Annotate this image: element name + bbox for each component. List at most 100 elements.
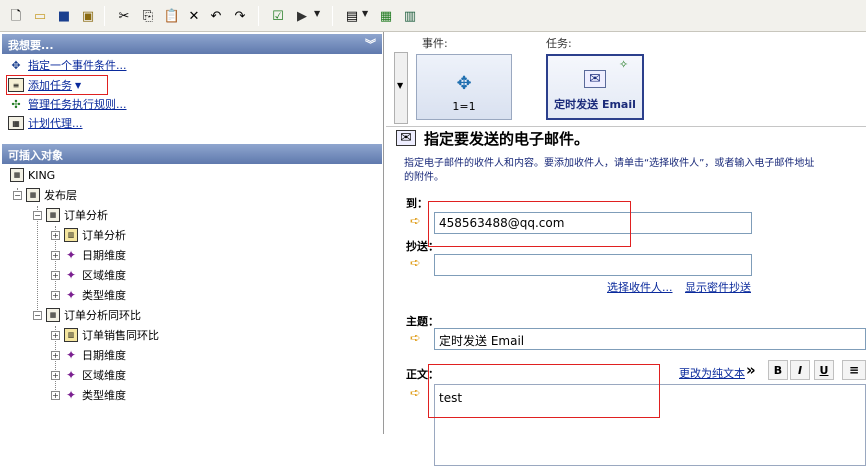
dimension-icon: ✦ <box>65 268 77 282</box>
tree-item[interactable]: + ✦ 类型维度 <box>51 286 126 304</box>
validate-icon[interactable]: ☑ <box>268 6 288 26</box>
tree-item-label: 发布层 <box>44 189 77 202</box>
show-bcc-link[interactable]: 显示密件抄送 <box>685 279 751 295</box>
tree-item[interactable]: + ▥ 订单销售同环比 <box>51 326 159 344</box>
description-line-1: 指定电子邮件的收件人和内容。要添加收件人，请单击“选择收件人”，或者输入电子邮件… <box>404 158 815 169</box>
tree-item-label: 类型维度 <box>82 389 126 402</box>
model-icon: ▦ <box>10 168 24 182</box>
expand-toggle-icon[interactable]: + <box>51 290 60 300</box>
scroll-down-icon[interactable]: ▼ <box>397 81 403 90</box>
tree-item[interactable]: + ✦ 日期维度 <box>51 246 126 264</box>
tree-item-yoy-folder[interactable]: − ▦ 订单分析同环比 <box>33 306 141 324</box>
wizard-section-header[interactable]: 我想要... ︾ <box>2 34 382 54</box>
dimension-icon: ✦ <box>65 288 77 302</box>
save-all-icon[interactable]: ▣ <box>78 6 98 26</box>
expand-toggle-icon[interactable]: + <box>51 350 60 360</box>
to-arrow-icon[interactable]: ➪ <box>410 214 421 229</box>
properties-icon[interactable]: ▤ <box>342 6 362 26</box>
tree-item[interactable]: + ✦ 日期维度 <box>51 346 126 364</box>
redo-icon[interactable]: ↷ <box>230 6 250 26</box>
insertable-section-header: 可插入对象 <box>2 144 382 164</box>
tree-item-label: KING <box>28 168 56 182</box>
collapse-toggle-icon[interactable]: − <box>13 190 22 200</box>
expand-toggle-icon[interactable]: + <box>51 330 60 340</box>
manage-rules-icon: ✣ <box>11 97 21 111</box>
link-schedule-agent[interactable]: ▦ 计划代理... <box>8 114 83 132</box>
wizard-section-title: 我想要... <box>8 39 54 52</box>
run-dropdown-icon[interactable]: ▼ <box>314 9 320 18</box>
subject-field[interactable]: 定时发送 Email <box>434 328 866 350</box>
add-sparkle-icon: ✧ <box>619 58 629 71</box>
collapse-toggle-icon[interactable]: − <box>33 310 42 320</box>
task-card-label: 定时发送 Email <box>554 98 636 111</box>
folder-icon: ▦ <box>26 188 40 202</box>
copy-icon[interactable]: ⎘ <box>138 6 158 26</box>
paste-icon[interactable]: 📋 <box>162 6 182 26</box>
subject-arrow-icon[interactable]: ➪ <box>410 331 421 346</box>
open-icon[interactable]: ▭ <box>30 6 50 26</box>
highlight-box-to <box>428 201 631 247</box>
tree-item-label: 区域维度 <box>82 269 126 282</box>
email-heading-icon: ✉ <box>396 130 416 146</box>
expand-toggle-icon[interactable]: + <box>51 370 60 380</box>
tree-item[interactable]: + ✦ 类型维度 <box>51 386 126 404</box>
event-card[interactable]: ✥ 1=1 <box>416 54 512 120</box>
new-icon[interactable]: 🗋 <box>6 6 26 26</box>
tree-item-publish-layer[interactable]: − ▦ 发布层 <box>13 186 77 204</box>
body-arrow-icon[interactable]: ➪ <box>410 386 421 401</box>
tree-item-label: 类型维度 <box>82 289 126 302</box>
tree-item[interactable]: + ✦ 区域维度 <box>51 366 126 384</box>
left-panel: 我想要... ︾ ✥ 指定一个事件条件... ≡ 添加任务 ▼ ✣ 管理任务执行… <box>0 32 384 434</box>
folder-icon: ▦ <box>46 208 60 222</box>
measure-folder-icon: ▥ <box>64 328 78 342</box>
manage-rules-link[interactable]: 管理任务执行规则... <box>28 96 127 112</box>
dimension-icon: ✦ <box>65 348 77 362</box>
toolbar: 🗋 ▭ ■ ▣ ✂ ⎘ 📋 ✕ ↶ ↷ ☑ ▶ ▼ ▤ ▼ ▦ ▥ <box>0 0 866 32</box>
undo-icon[interactable]: ↶ <box>206 6 226 26</box>
excel-icon[interactable]: ▦ <box>376 6 396 26</box>
tree-item-root[interactable]: ▦ KING <box>10 166 55 184</box>
toolbar-separator <box>258 6 259 26</box>
expand-toggle-icon[interactable]: + <box>51 390 60 400</box>
run-icon[interactable]: ▶ <box>292 6 312 26</box>
task-card-email[interactable]: ✉ 定时发送 Email <box>546 54 644 120</box>
tree-item-label: 订单分析 <box>64 209 108 222</box>
right-panel: ▼ 事件: 任务: ✥ 1=1 ✉ 定时发送 Email ✧ ✉ 指定要发送的电… <box>386 32 866 466</box>
tree-item[interactable]: + ✦ 区域维度 <box>51 266 126 284</box>
tree-item-label: 区域维度 <box>82 369 126 382</box>
italic-button[interactable]: I <box>790 360 810 380</box>
event-condition-link[interactable]: 指定一个事件条件... <box>28 57 127 73</box>
properties-dropdown-icon[interactable]: ▼ <box>362 9 368 18</box>
tree-item[interactable]: + ▥ 订单分析 <box>51 226 126 244</box>
event-caption: 事件: <box>422 37 448 50</box>
collapse-icon[interactable]: ︾ <box>365 36 376 52</box>
event-condition-icon: ✥ <box>456 73 472 94</box>
expand-toggle-icon[interactable]: + <box>51 270 60 280</box>
cc-field[interactable] <box>434 254 752 276</box>
tree-item-order-analysis-folder[interactable]: − ▦ 订单分析 <box>33 206 108 224</box>
select-recipients-link[interactable]: 选择收件人... <box>607 279 673 295</box>
insertable-section-title: 可插入对象 <box>8 149 63 162</box>
cc-arrow-icon[interactable]: ➪ <box>410 256 421 271</box>
plain-text-link[interactable]: 更改为纯文本 <box>679 365 745 381</box>
chevron-right-icon[interactable]: » <box>746 361 756 379</box>
schedule-agent-link[interactable]: 计划代理... <box>28 115 83 131</box>
bold-button[interactable]: B <box>768 360 788 380</box>
link-manage-rules[interactable]: ✣ 管理任务执行规则... <box>8 95 127 113</box>
delete-icon[interactable]: ✕ <box>184 6 204 26</box>
section-divider <box>386 126 866 127</box>
underline-button[interactable]: U <box>814 360 834 380</box>
collapse-toggle-icon[interactable]: − <box>33 210 42 220</box>
cut-icon[interactable]: ✂ <box>114 6 134 26</box>
align-icon[interactable]: ≡ <box>842 360 866 380</box>
link-event-condition[interactable]: ✥ 指定一个事件条件... <box>8 56 127 74</box>
expand-toggle-icon[interactable]: + <box>51 250 60 260</box>
tree-item-label: 订单销售同环比 <box>82 329 159 342</box>
email-icon: ✉ <box>584 70 606 88</box>
report-icon[interactable]: ▥ <box>400 6 420 26</box>
subject-label: 主题： <box>406 315 439 328</box>
expand-toggle-icon[interactable]: + <box>51 230 60 240</box>
event-scroll-strip[interactable]: ▼ <box>394 52 408 124</box>
save-icon[interactable]: ■ <box>54 6 74 26</box>
schedule-icon: ▦ <box>8 116 24 130</box>
